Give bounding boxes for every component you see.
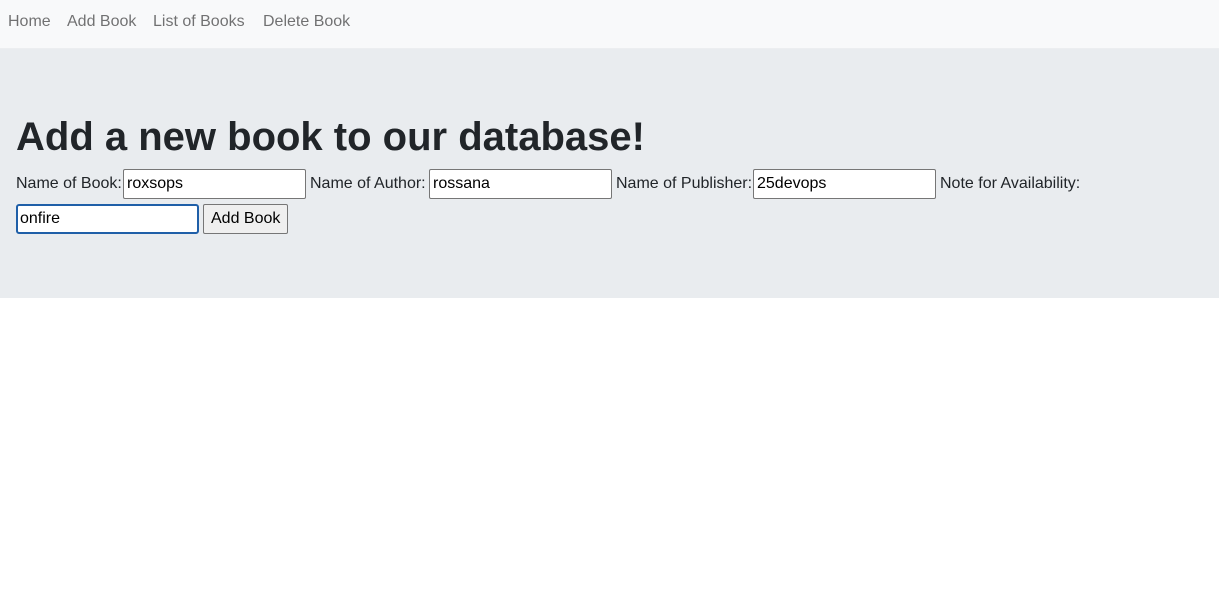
jumbotron: Add a new book to our database! Name of … — [0, 49, 1219, 298]
author-label: Name of Author: — [310, 175, 426, 192]
availability-label: Note for Availability: — [940, 175, 1081, 192]
add-book-button[interactable]: Add Book — [203, 204, 289, 234]
nav-link-add-book[interactable]: Add Book — [67, 12, 136, 32]
book-name-input[interactable] — [123, 169, 306, 199]
availability-input[interactable] — [16, 204, 199, 234]
nav-link-delete-book[interactable]: Delete Book — [263, 12, 350, 32]
book-name-label: Name of Book: — [16, 175, 122, 192]
publisher-label: Name of Publisher: — [616, 175, 753, 192]
nav-link-list-of-books[interactable]: List of Books — [153, 12, 245, 32]
page-title: Add a new book to our database! — [16, 115, 645, 159]
nav-link-home[interactable]: Home — [8, 12, 51, 32]
author-input[interactable] — [429, 169, 612, 199]
publisher-input[interactable] — [753, 169, 936, 199]
navbar: Home Add Book List of Books Delete Book — [0, 0, 1219, 49]
